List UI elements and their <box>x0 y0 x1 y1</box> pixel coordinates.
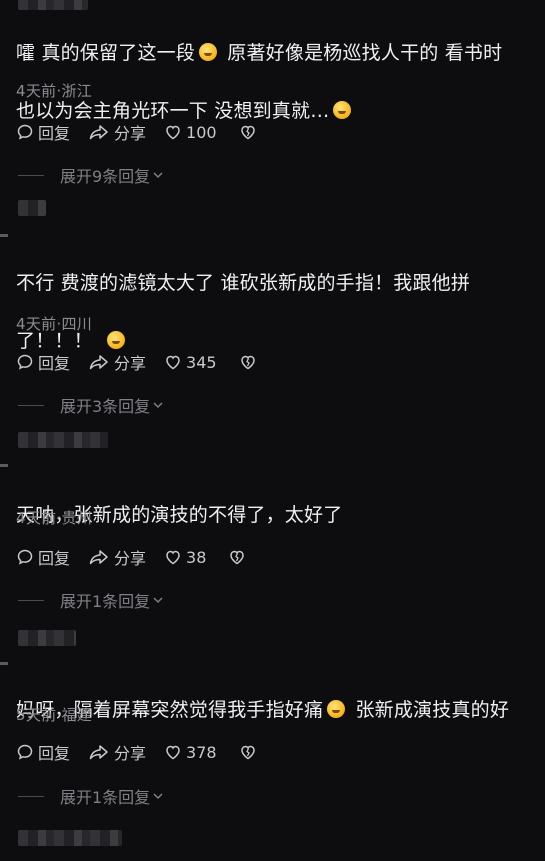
dislike-button[interactable] <box>239 743 261 761</box>
expand-replies-button[interactable]: 展开1条回复 <box>18 784 164 808</box>
divider-line <box>18 404 44 406</box>
emoji-icon <box>106 331 125 349</box>
divider-line <box>18 795 44 797</box>
expand-replies-label: 展开9条回复 <box>60 167 151 186</box>
like-button[interactable]: 378 <box>164 743 217 762</box>
expand-replies-label: 展开1条回复 <box>60 788 151 807</box>
like-count: 345 <box>186 352 217 372</box>
expand-replies-button[interactable]: 展开3条回复 <box>18 393 164 417</box>
share-label: 分享 <box>114 744 147 763</box>
share-button[interactable]: 分享 <box>88 350 146 374</box>
comment-actions: 回复 分享 378 <box>16 741 279 763</box>
comment-bubble-icon <box>17 354 33 370</box>
blurred-username <box>18 0 88 10</box>
like-count: 100 <box>186 122 217 142</box>
comment-actions: 回复 分享 100 <box>16 121 279 143</box>
comment-text: 不行 费渡的滤镜太大了 谁砍张新成的手指！我跟他拼 了！！！ <box>16 272 471 352</box>
blurred-username <box>18 630 76 646</box>
expand-replies-button[interactable]: 展开9条回复 <box>18 163 164 187</box>
comment-actions: 回复 分享 345 <box>16 351 279 373</box>
comment-meta: 4天前·贵州 <box>16 509 93 527</box>
expand-replies-label: 展开1条回复 <box>60 592 151 611</box>
comment-bubble-icon <box>17 744 33 760</box>
chevron-down-icon <box>153 793 163 800</box>
comment-feed: 嚯 真的保留了这一段 原著好像是杨巡找人干的 看书时 也以为会主角光环一下 没想… <box>0 0 545 861</box>
broken-heart-icon <box>240 355 255 370</box>
share-arrow-icon <box>89 125 108 140</box>
expand-replies-label: 展开3条回复 <box>60 397 151 416</box>
comment-text: 嚯 真的保留了这一段 原著好像是杨巡找人干的 看书时 也以为会主角光环一下 没想… <box>16 42 503 122</box>
reply-label: 回复 <box>38 124 71 143</box>
emoji-icon <box>327 700 346 718</box>
heart-icon <box>166 355 180 370</box>
share-label: 分享 <box>114 549 147 568</box>
comment-actions: 回复 分享 38 <box>16 546 268 568</box>
comment-meta: 4天前·浙江 <box>16 82 93 100</box>
dislike-button[interactable] <box>239 123 261 141</box>
comment-text: 天呐，张新成的演技的不得了，太好了 <box>16 504 343 526</box>
chevron-down-icon <box>153 172 163 179</box>
comment-bubble-icon <box>17 549 33 565</box>
divider-line <box>18 174 44 176</box>
share-arrow-icon <box>89 550 108 565</box>
comment-meta: 4天前·四川 <box>16 315 93 333</box>
heart-icon <box>166 125 180 140</box>
reply-button[interactable]: 回复 <box>16 350 70 374</box>
comment-text: 妈呀，隔着屏幕突然觉得我手指好痛 张新成演技真的好 <box>16 699 510 721</box>
thread-marker <box>0 464 8 467</box>
share-label: 分享 <box>114 354 147 373</box>
blurred-username <box>18 830 122 846</box>
blurred-username <box>18 432 108 448</box>
heart-icon <box>166 550 180 565</box>
chevron-down-icon <box>153 597 163 604</box>
reply-button[interactable]: 回复 <box>16 545 70 569</box>
share-label: 分享 <box>114 124 147 143</box>
share-arrow-icon <box>89 355 108 370</box>
reply-label: 回复 <box>38 354 71 373</box>
share-button[interactable]: 分享 <box>88 740 146 764</box>
blurred-username <box>18 200 46 216</box>
reply-label: 回复 <box>38 744 71 763</box>
thread-marker <box>0 662 8 665</box>
emoji-icon <box>199 43 218 61</box>
reply-button[interactable]: 回复 <box>16 120 70 144</box>
reply-button[interactable]: 回复 <box>16 740 70 764</box>
like-button[interactable]: 345 <box>164 353 217 372</box>
share-button[interactable]: 分享 <box>88 545 146 569</box>
comment-bubble-icon <box>17 124 33 140</box>
share-button[interactable]: 分享 <box>88 120 146 144</box>
like-count: 378 <box>186 742 217 762</box>
broken-heart-icon <box>230 550 245 565</box>
heart-icon <box>166 745 180 760</box>
divider-line <box>18 599 44 601</box>
like-button[interactable]: 100 <box>164 123 217 142</box>
thread-marker <box>0 234 8 237</box>
like-count: 38 <box>186 547 207 567</box>
dislike-button[interactable] <box>228 548 250 566</box>
reply-label: 回复 <box>38 549 71 568</box>
expand-replies-button[interactable]: 展开1条回复 <box>18 588 164 612</box>
dislike-button[interactable] <box>239 353 261 371</box>
comment-meta: 5天前·福建 <box>16 706 93 724</box>
broken-heart-icon <box>240 745 255 760</box>
broken-heart-icon <box>240 125 255 140</box>
share-arrow-icon <box>89 745 108 760</box>
emoji-icon <box>333 101 352 119</box>
chevron-down-icon <box>153 402 163 409</box>
like-button[interactable]: 38 <box>164 548 206 567</box>
